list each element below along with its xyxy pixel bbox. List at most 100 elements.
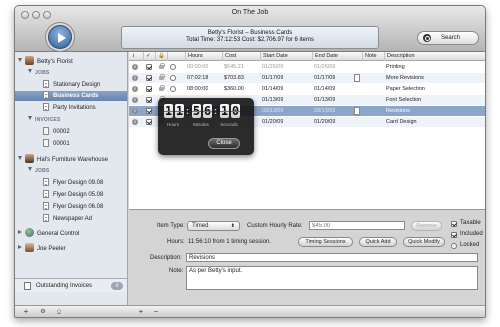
col-start-date[interactable]: Start Date bbox=[260, 52, 312, 61]
info-icon[interactable]: i bbox=[132, 75, 138, 81]
included-checkbox[interactable] bbox=[146, 75, 152, 81]
sidebar-client-joe-peeler[interactable]: Joe Peeler bbox=[18, 243, 66, 253]
invoice-label: 00001 bbox=[53, 141, 70, 147]
table-row[interactable]: i 08:00:00 $360.00 01/14/09 01/14/09 Paper Se… bbox=[129, 84, 485, 94]
timer-clock-icon[interactable] bbox=[170, 64, 176, 70]
included-checkbox[interactable] bbox=[146, 108, 152, 114]
cell-start: 01/17/09 bbox=[262, 75, 284, 81]
col-hours[interactable]: Hours bbox=[185, 52, 222, 61]
timer-clock-icon[interactable] bbox=[170, 75, 176, 81]
jobs-group-header: JOBS bbox=[28, 166, 49, 176]
disclosure-triangle-icon[interactable] bbox=[28, 69, 32, 73]
lock-icon[interactable] bbox=[159, 63, 165, 69]
included-checkbox[interactable] bbox=[146, 119, 152, 125]
timing-sessions-button[interactable]: Timing Sessions bbox=[298, 237, 353, 247]
lock-icon[interactable] bbox=[159, 85, 165, 91]
sidebar-job-party-invitations[interactable]: Party Invitations bbox=[43, 103, 96, 113]
title-bar: On The Job Betty's Florist – Business Ca… bbox=[15, 6, 485, 52]
item-type-popup[interactable]: Timed ⬍ bbox=[187, 221, 240, 231]
timer-unit-minutes: Minutes bbox=[193, 122, 209, 127]
included-checkbox[interactable] bbox=[146, 64, 152, 70]
job-label: Flyer Design 09.08 bbox=[53, 180, 104, 186]
sidebar-job-flyer-0608[interactable]: Flyer Design 06.08 bbox=[43, 202, 103, 212]
job-document-icon bbox=[43, 80, 49, 88]
item-editor: Item Type: Timed ⬍ Custom Hourly Rate: Re… bbox=[129, 209, 485, 305]
quick-modify-button[interactable]: Quick Modify bbox=[403, 237, 445, 247]
disclosure-triangle-icon[interactable] bbox=[18, 156, 22, 160]
quick-add-button[interactable]: Quick Add bbox=[359, 237, 397, 247]
sidebar-client-hals-furniture[interactable]: Hal's Furniture Warehouse bbox=[18, 154, 108, 164]
invoice-icon[interactable]: ⎐ bbox=[53, 307, 65, 317]
included-checkbox[interactable] bbox=[146, 97, 152, 103]
client-label: Hal's Furniture Warehouse bbox=[37, 157, 108, 163]
add-item-button[interactable]: + bbox=[20, 307, 32, 317]
note-textarea[interactable]: As per Betty's input. bbox=[186, 266, 478, 290]
disclosure-triangle-icon[interactable] bbox=[18, 245, 22, 249]
outstanding-invoices-label: Outstanding Invoices bbox=[36, 283, 93, 289]
sidebar-invoice-00002[interactable]: 00002 bbox=[43, 127, 70, 137]
info-icon[interactable]: i bbox=[132, 97, 138, 103]
search-button[interactable]: Search bbox=[417, 31, 479, 45]
cell-end: 01/20/09 bbox=[314, 119, 336, 125]
timer-clock-icon[interactable] bbox=[170, 86, 176, 92]
cell-end: 01/13/09 bbox=[314, 97, 336, 103]
sidebar-client-general-control[interactable]: General Control bbox=[18, 228, 79, 238]
disclosure-triangle-icon[interactable] bbox=[28, 116, 32, 120]
disclosure-triangle-icon[interactable] bbox=[18, 58, 22, 62]
taxable-checkbox[interactable] bbox=[451, 221, 457, 227]
col-cost[interactable]: Cost bbox=[222, 52, 260, 61]
table-row[interactable]: i 00:00:00 $645.21 01/26/09 01/26/09 Printing bbox=[129, 62, 485, 72]
hourly-rate-input[interactable] bbox=[309, 221, 405, 230]
remove-entry-button[interactable]: − bbox=[150, 307, 162, 317]
job-document-icon bbox=[43, 91, 49, 99]
description-input[interactable]: Revisions bbox=[186, 253, 478, 262]
sidebar-client-bettys-florist[interactable]: Betty's Florist bbox=[18, 56, 73, 66]
disclosure-triangle-icon[interactable] bbox=[28, 167, 32, 171]
sidebar-job-flyer-0908[interactable]: Flyer Design 09.08 bbox=[43, 178, 103, 188]
locked-checkbox[interactable] bbox=[451, 243, 457, 249]
timer-close-button[interactable]: Close bbox=[208, 138, 240, 149]
remove-button[interactable]: Remove bbox=[411, 221, 442, 231]
info-icon[interactable]: i bbox=[132, 64, 138, 70]
lock-icon[interactable] bbox=[159, 74, 165, 80]
included-checkbox[interactable] bbox=[146, 86, 152, 92]
cell-cost: $360.00 bbox=[224, 86, 244, 92]
timer-column-icon bbox=[167, 52, 179, 61]
outstanding-invoices-item[interactable]: Outstanding Invoices 0 bbox=[15, 278, 127, 292]
action-menu-icon[interactable]: ⚙ bbox=[37, 307, 49, 317]
item-type-label: Item Type: bbox=[157, 223, 185, 229]
note-label: Note: bbox=[169, 268, 184, 274]
status-display: Betty's Florist – Business Cards Total T… bbox=[121, 26, 379, 49]
cell-start: 03/13/09 bbox=[262, 108, 284, 114]
included-checkbox[interactable] bbox=[451, 232, 457, 238]
group-label: JOBS bbox=[35, 70, 50, 76]
disclosure-triangle-icon[interactable] bbox=[18, 230, 22, 234]
sidebar-job-stationary-design[interactable]: Stationary Design bbox=[43, 80, 127, 90]
info-icon[interactable]: i bbox=[132, 119, 138, 125]
sidebar-job-business-cards[interactable]: Business Cards bbox=[15, 91, 127, 101]
timer-digit: 0 bbox=[231, 104, 240, 118]
taxable-label: Taxable bbox=[460, 220, 481, 226]
sidebar-job-flyer-0508[interactable]: Flyer Design 05.08 bbox=[43, 190, 103, 200]
col-description[interactable]: Description bbox=[384, 52, 485, 61]
cell-end: 01/14/09 bbox=[314, 86, 336, 92]
cell-desc: More Revisions bbox=[386, 75, 424, 81]
col-note[interactable]: Note bbox=[362, 52, 384, 61]
info-icon[interactable]: i bbox=[132, 108, 138, 114]
col-end-date[interactable]: End Date bbox=[312, 52, 362, 61]
cell-desc: Font Selection bbox=[386, 97, 422, 103]
play-timer-button[interactable] bbox=[48, 25, 72, 49]
group-label: INVOICES bbox=[35, 117, 61, 123]
job-label: Flyer Design 06.08 bbox=[53, 204, 104, 210]
cell-start: 01/14/09 bbox=[262, 86, 284, 92]
description-label: Description: bbox=[150, 255, 182, 261]
sidebar-job-newspaper-ad[interactable]: Newspaper Ad bbox=[43, 214, 92, 224]
sidebar-invoice-00001[interactable]: 00001 bbox=[43, 139, 70, 149]
info-icon[interactable]: i bbox=[132, 86, 138, 92]
outstanding-invoices-icon bbox=[24, 282, 31, 290]
add-entry-button[interactable]: + bbox=[135, 307, 147, 317]
cell-hours: 08:00:00 bbox=[187, 86, 209, 92]
jobs-group-header: JOBS bbox=[28, 68, 49, 78]
info-column-icon: i bbox=[133, 53, 135, 59]
table-row[interactable]: i 07:02:18 $703.83 01/17/09 01/17/09 More Rev… bbox=[129, 73, 485, 83]
